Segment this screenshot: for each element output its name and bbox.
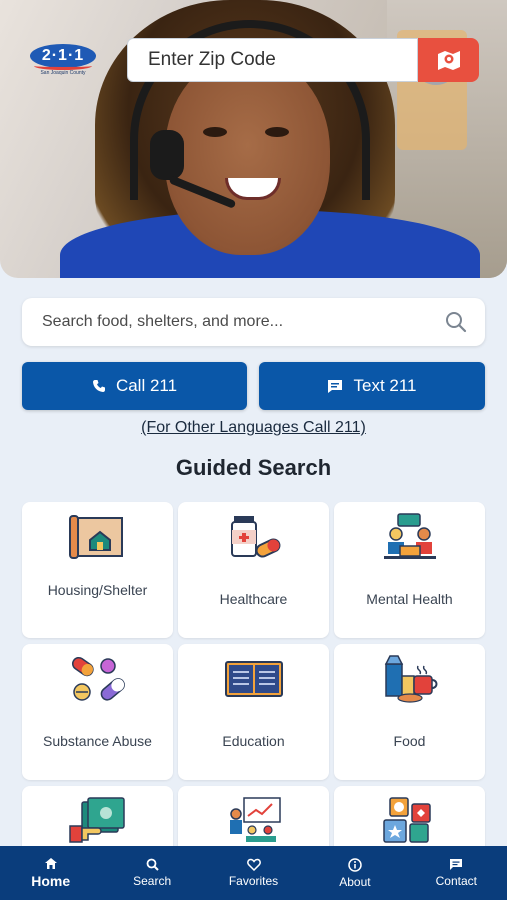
category-education[interactable]: Education [178,644,329,780]
other-languages-link[interactable]: (For Other Languages Call 211) [0,419,507,437]
logo-tagline: San Joaquin County [40,70,86,76]
category-label: Food [393,733,426,749]
category-healthcare[interactable]: Healthcare [178,502,329,638]
nav-favorites[interactable]: Favorites [203,846,304,900]
nav-search[interactable]: Search [101,846,202,900]
category-food[interactable]: Food [334,644,485,780]
call-211-button[interactable]: Call 211 [22,362,247,410]
zip-code-field[interactable] [127,38,418,82]
category-label: Mental Health [366,591,453,607]
category-housing-shelter[interactable]: Housing/Shelter [22,502,173,638]
text-211-label: Text 211 [353,376,417,395]
text-211-button[interactable]: Text 211 [259,362,485,410]
nav-search-label: Search [133,874,172,888]
search-bar[interactable] [22,298,485,346]
nav-home-label: Home [31,873,71,889]
heart-icon [246,858,261,871]
guided-search-title: Guided Search [175,455,332,480]
map-pin-icon [437,51,460,70]
book-icon [224,661,283,697]
groceries-icon [384,655,437,703]
house-blueprint-icon [68,515,123,559]
locate-button[interactable] [418,38,479,82]
category-label: Education [222,733,285,749]
search-icon[interactable] [445,311,467,333]
pills-icon [71,656,125,701]
counseling-icon [383,513,436,559]
nav-contact[interactable]: Contact [406,846,507,900]
nav-favorites-label: Favorites [228,874,279,888]
puzzle-icon [382,797,431,843]
nav-contact-label: Contact [435,874,477,888]
category-label: Substance Abuse [43,733,152,749]
message-icon [328,379,343,393]
info-icon [348,857,362,872]
search-input[interactable] [22,298,485,346]
zip-code-input[interactable] [128,39,417,81]
nav-about-label: About [339,874,371,889]
phone-icon [92,380,105,392]
call-211-label: Call 211 [115,376,178,395]
nav-home[interactable]: Home [0,846,101,900]
search-icon [146,858,159,871]
category-substance-abuse[interactable]: Substance Abuse [22,644,173,780]
logo-211: 2·1·1 San Joaquin County [30,44,96,76]
category-label: Housing/Shelter [47,582,148,598]
medicine-icon [230,516,280,558]
category-label: Healthcare [219,591,288,607]
presentation-icon [229,797,281,842]
chat-icon [450,859,463,870]
nav-about[interactable]: About [304,846,405,900]
home-icon [44,858,57,869]
category-mental-health[interactable]: Mental Health [334,502,485,638]
bottom-nav: Home Search Favorites About Contact [0,846,507,900]
money-hand-icon [68,797,125,843]
